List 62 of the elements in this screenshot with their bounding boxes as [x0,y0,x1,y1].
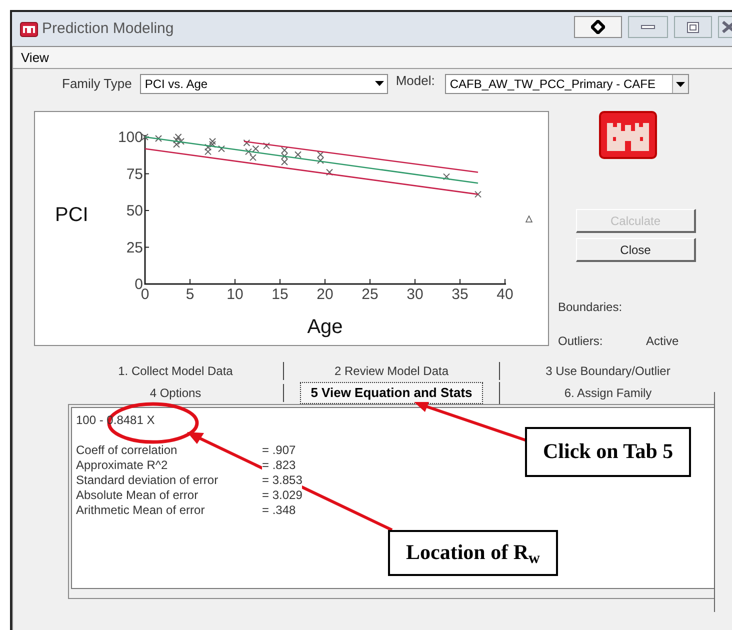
triangle-icon [525,215,533,222]
tick-label: 15 [272,286,288,303]
field-label: Model: [396,72,435,90]
tab[interactable]: 6. Assign Family [560,384,656,402]
stat-label: Standard deviation of error [76,473,220,488]
tick-label: 10 [226,286,244,303]
menu-item[interactable]: View [17,48,53,68]
stat-value: = .823 [262,458,296,473]
stat-label: Approximate R^2 [76,458,169,473]
data-point [263,142,270,150]
tick-label: 20 [316,286,334,303]
tick-label: 75 [126,166,143,183]
minimize-icon [641,25,655,29]
castle-logo [599,111,657,159]
data-point [142,134,148,140]
model-dropdown[interactable]: CAFB_AW_TW_PCC_Primary - CAFE [444,74,689,94]
data-point [155,134,162,142]
tick-label: 25 [126,239,143,256]
field-label: Family Type [62,75,132,94]
tab[interactable]: 5 View Equation and Stats [300,382,484,404]
status-label: Outliers: [558,333,604,350]
status-label: Boundaries: [558,299,624,316]
status-value: Active [646,333,679,350]
tick-label: 5 [186,286,194,303]
tick-label: 25 [362,286,378,303]
tick-label: 50 [126,202,143,220]
tick-label: 0 [140,286,150,303]
push-button[interactable]: Close [576,238,696,262]
diamond-icon [591,20,605,34]
data-point [326,168,333,176]
callout-box: Click on Tab 5 [525,427,692,476]
window-title: Prediction Modeling [42,18,174,39]
close-icon [722,21,732,33]
dropdown-arrow-icon [374,81,384,86]
stat-label: Absolute Mean of error [76,488,200,503]
family-type-dropdown[interactable]: PCI vs. Age [140,74,388,94]
stat-label: Arithmetic Mean of error [76,503,206,518]
axis-label: PCI [55,204,88,226]
minimize-button[interactable] [628,16,668,38]
tab[interactable]: 1. Collect Model Data [114,362,237,380]
callout-box: Location of R$_{w}$ [388,530,558,576]
data-point [218,145,225,152]
maximize-icon [687,22,699,32]
tick-label: 30 [406,286,424,303]
axis-label: Age [307,316,343,338]
data-point [243,139,250,146]
tab[interactable]: 3 Use Boundary/Outlier [542,362,674,380]
tick-label: 35 [452,286,468,303]
stat-value: = 3.853 [262,473,302,488]
pin-button[interactable] [574,16,622,38]
maximize-button[interactable] [674,16,712,38]
dropdown-arrow-icon [676,82,685,86]
app-icon [20,22,38,36]
tick-label: 40 [496,286,514,303]
data-point [443,173,450,180]
tab[interactable]: 2 Review Model Data [330,362,453,380]
tick-label: 100 [118,129,143,146]
stat-label: Coeff of correlation [76,443,178,458]
tab[interactable]: 4 Options [146,384,206,402]
tick-label: 0 [134,276,143,293]
data-point [294,151,302,158]
data-point [474,190,482,198]
